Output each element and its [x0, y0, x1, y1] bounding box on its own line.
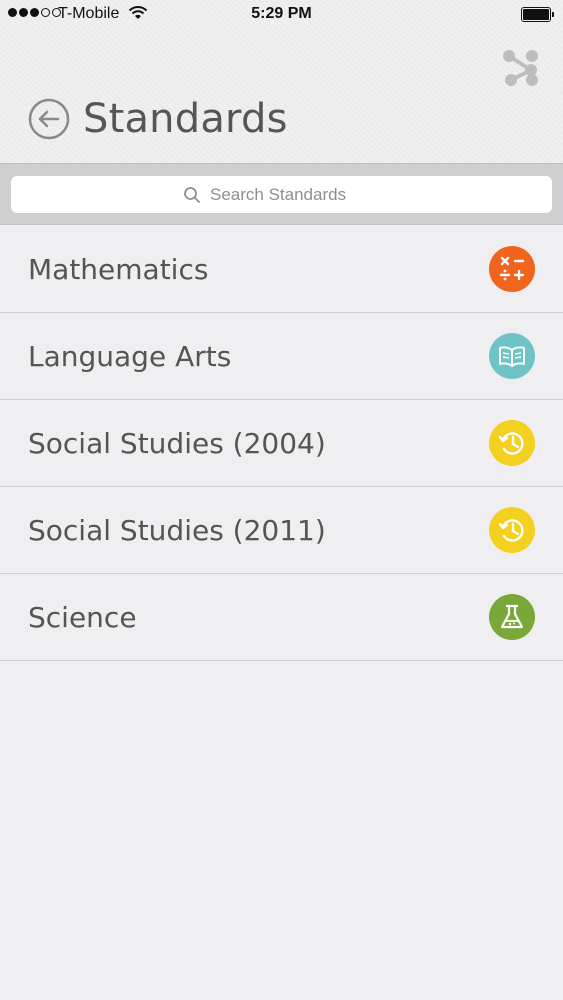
battery-icon — [521, 7, 554, 22]
list-item-mathematics[interactable]: Mathematics — [0, 226, 563, 313]
open-book-icon — [489, 333, 535, 379]
list-item-language-arts[interactable]: Language Arts — [0, 313, 563, 400]
back-arrow-circle-icon[interactable] — [28, 98, 70, 140]
status-time: 5:29 PM — [251, 5, 312, 22]
search-icon — [184, 186, 200, 203]
status-bar: T-Mobile 5:29 PM — [0, 0, 563, 30]
standards-list: Mathematics Language Arts Social Studies… — [0, 226, 563, 661]
history-clock-icon — [489, 420, 535, 466]
history-clock-icon — [489, 507, 535, 553]
search-field[interactable] — [11, 176, 552, 213]
list-item-science[interactable]: Science — [0, 574, 563, 661]
list-item-label: Language Arts — [28, 339, 232, 373]
flask-icon — [489, 594, 535, 640]
list-item-social-studies-2011[interactable]: Social Studies (2011) — [0, 487, 563, 574]
header: T-Mobile 5:29 PM Standards — [0, 0, 563, 163]
list-item-label: Social Studies (2004) — [28, 426, 326, 460]
list-item-label: Social Studies (2011) — [28, 513, 326, 547]
search-input[interactable] — [210, 184, 380, 205]
page-title: Standards — [83, 96, 288, 142]
share-nodes-icon[interactable] — [501, 48, 541, 88]
list-item-label: Science — [28, 600, 137, 634]
list-item-label: Mathematics — [28, 252, 209, 286]
math-operators-icon — [489, 246, 535, 292]
search-bar — [0, 163, 563, 225]
list-item-social-studies-2004[interactable]: Social Studies (2004) — [0, 400, 563, 487]
